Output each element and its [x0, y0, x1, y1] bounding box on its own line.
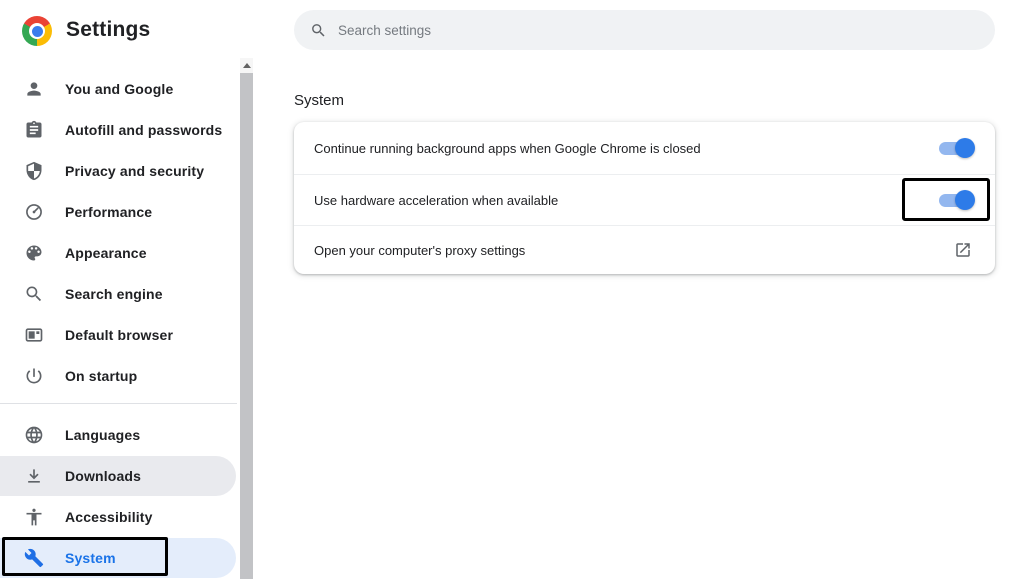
hardware-acceleration-toggle[interactable]	[939, 190, 975, 210]
sidebar-item-you-and-google[interactable]: You and Google	[0, 69, 236, 109]
settings-sidebar: Settings You and Google Autofill and pas…	[0, 0, 253, 579]
sidebar-item-downloads[interactable]: Downloads	[0, 456, 236, 496]
shield-icon	[24, 161, 44, 181]
setting-row-background-apps: Continue running background apps when Go…	[294, 122, 995, 174]
sidebar-item-languages[interactable]: Languages	[0, 415, 236, 455]
external-link-icon[interactable]	[954, 241, 975, 259]
setting-label: Open your computer's proxy settings	[314, 243, 525, 258]
setting-row-hardware-acceleration: Use hardware acceleration when available	[294, 174, 995, 225]
scrollbar-up-arrow-icon[interactable]	[240, 58, 253, 73]
search-settings-bar[interactable]	[294, 10, 995, 50]
wrench-icon	[24, 548, 44, 568]
sidebar-scrollbar-thumb[interactable]	[240, 73, 253, 579]
speedometer-icon	[24, 202, 44, 222]
sidebar-item-label: Autofill and passwords	[65, 122, 222, 138]
setting-label: Continue running background apps when Go…	[314, 141, 701, 156]
sidebar-item-accessibility[interactable]: Accessibility	[0, 497, 236, 537]
sidebar-item-label: Downloads	[65, 468, 141, 484]
setting-row-proxy[interactable]: Open your computer's proxy settings	[294, 225, 995, 274]
power-icon	[24, 366, 44, 386]
sidebar-item-privacy[interactable]: Privacy and security	[0, 151, 236, 191]
sidebar-item-autofill[interactable]: Autofill and passwords	[0, 110, 236, 150]
sidebar-item-search-engine[interactable]: Search engine	[0, 274, 236, 314]
palette-icon	[24, 243, 44, 263]
accessibility-icon	[24, 507, 44, 527]
toggle-thumb	[955, 138, 975, 158]
browser-window-icon	[24, 325, 44, 345]
chrome-settings-window: Settings You and Google Autofill and pas…	[0, 0, 1024, 579]
clipboard-icon	[24, 120, 44, 140]
system-settings-card: Continue running background apps when Go…	[294, 122, 995, 274]
magnifier-icon	[24, 284, 44, 304]
background-apps-toggle[interactable]	[939, 138, 975, 158]
person-icon	[24, 79, 44, 99]
page-title: Settings	[66, 18, 150, 42]
sidebar-item-label: On startup	[65, 368, 137, 384]
section-title: System	[294, 92, 344, 109]
sidebar-item-appearance[interactable]: Appearance	[0, 233, 236, 273]
sidebar-item-label: Appearance	[65, 245, 147, 261]
settings-main-content: System Continue running background apps …	[253, 0, 1024, 579]
chrome-logo-icon	[22, 16, 52, 46]
download-icon	[24, 466, 44, 486]
sidebar-item-label: Default browser	[65, 327, 173, 343]
sidebar-divider	[0, 403, 237, 404]
sidebar-item-label: System	[65, 550, 116, 566]
sidebar-item-performance[interactable]: Performance	[0, 192, 236, 232]
sidebar-item-label: Privacy and security	[65, 163, 204, 179]
search-input[interactable]	[338, 23, 938, 38]
toggle-thumb	[955, 190, 975, 210]
sidebar-item-label: Accessibility	[65, 509, 153, 525]
sidebar-item-label: You and Google	[65, 81, 173, 97]
setting-label: Use hardware acceleration when available	[314, 193, 558, 208]
sidebar-item-default-browser[interactable]: Default browser	[0, 315, 236, 355]
sidebar-item-system[interactable]: System	[0, 538, 236, 578]
sidebar-item-label: Performance	[65, 204, 152, 220]
sidebar-item-label: Languages	[65, 427, 140, 443]
sidebar-item-label: Search engine	[65, 286, 163, 302]
search-icon	[310, 22, 327, 39]
globe-icon	[24, 425, 44, 445]
sidebar-item-on-startup[interactable]: On startup	[0, 356, 236, 396]
